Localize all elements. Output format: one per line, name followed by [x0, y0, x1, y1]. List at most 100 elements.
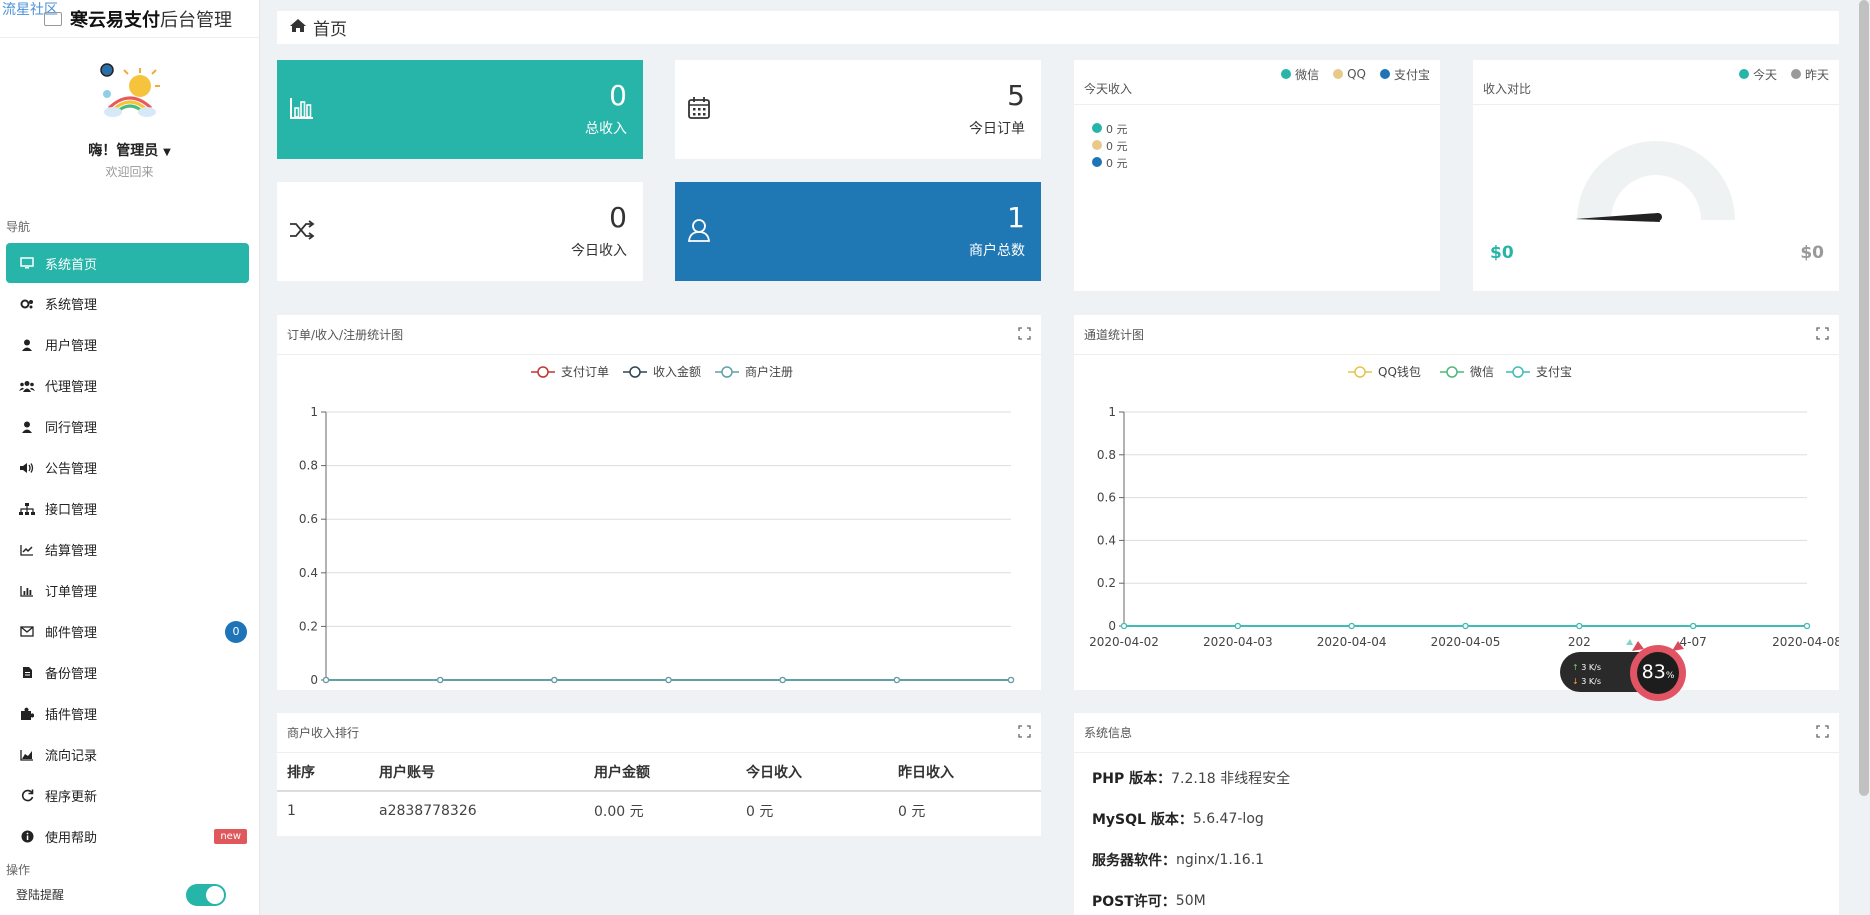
system-info-title: 系统信息 [1084, 726, 1133, 740]
post-limit-row: POST许可： 50M [1092, 892, 1206, 910]
new-badge: new [214, 829, 247, 844]
login-alert-row: 登陆提醒 [0, 883, 259, 906]
mail-count-badge: 0 [225, 620, 247, 643]
nav-item-update[interactable]: 程序更新 [0, 775, 259, 816]
user-icon [18, 420, 36, 434]
nav-item-orders[interactable]: 订单管理 [0, 570, 259, 611]
legend-marker [537, 366, 549, 378]
login-alert-label: 登陆提醒 [16, 888, 65, 902]
channel-chart-panel: 通道统计图 QQ钱包 微信 支付宝 0 0.2 0.4 0.6 0.8 1 2020-04-02 2… [1074, 315, 1842, 690]
today-income-panel: 今天收入 微信 QQ 支付宝 0 元 0 元 0 元 [1074, 60, 1440, 291]
expand-icon[interactable] [1816, 724, 1829, 741]
legend-label: 支付订单 [561, 365, 609, 379]
nav-item-label: 程序更新 [45, 790, 98, 805]
nav-item-label: 插件管理 [45, 708, 98, 723]
sidebar: 流星社区 寒云易支付 后台管理 嗨！管理员 ▼ 欢迎回来 导航 系统首页 系统管… [0, 0, 260, 915]
order-income-chart: 支付订单 收入金额 商户注册 0 0.2 0.4 0.6 0.8 1 [299, 364, 1015, 687]
nav-item-mail[interactable]: 邮件管理 0 [0, 611, 259, 652]
avatar[interactable] [95, 60, 165, 130]
data-point [322, 676, 330, 684]
table-cell: 0 元 [746, 803, 774, 820]
shuffle-icon [289, 219, 315, 245]
table-cell: 0.00 元 [594, 803, 644, 820]
legend-marker [721, 366, 733, 378]
data-point [1462, 622, 1469, 630]
refresh-icon [18, 789, 36, 803]
login-alert-toggle[interactable] [186, 883, 226, 906]
user-name-dropdown[interactable]: 嗨！管理员 ▼ [0, 140, 259, 160]
nav-item-settlement[interactable]: 结算管理 [0, 529, 259, 570]
nav-item-peers[interactable]: 同行管理 [0, 406, 259, 447]
y-tick-label: 1 [310, 405, 318, 419]
page-scrollbar[interactable] [1859, 0, 1869, 796]
legend-qq[interactable]: QQ [1333, 67, 1366, 81]
y-tick-label: 0.2 [1097, 576, 1116, 590]
nav-item-agents[interactable]: 代理管理 [0, 365, 259, 406]
col-header[interactable]: 排序 [277, 753, 369, 792]
nav-item-label: 邮件管理 [45, 626, 98, 641]
system-info-panel: 系统信息 PHP 版本： 7.2.18 非线程安全 MySQL 版本： 5.6.47… [1074, 713, 1839, 915]
nav-item-flow[interactable]: 流向记录 [0, 734, 259, 775]
area-chart-icon [18, 748, 36, 762]
expand-icon[interactable] [1816, 326, 1829, 343]
gears-icon [18, 297, 36, 311]
table-row: 1 a2838778326 0.00 元 0 元 0 元 [277, 791, 1041, 829]
expand-icon[interactable] [1018, 724, 1031, 741]
col-header[interactable]: 昨日收入 [888, 753, 1041, 792]
legend-marker [1446, 366, 1458, 378]
nav-item-notices[interactable]: 公告管理 [0, 447, 259, 488]
col-header[interactable]: 用户账号 [369, 753, 584, 792]
y-tick-label: 0.6 [299, 512, 318, 526]
info-icon [18, 830, 36, 844]
today-orders-value: 5 [1007, 79, 1025, 113]
col-header[interactable]: 今日收入 [736, 753, 888, 792]
total-income-label: 总收入 [585, 120, 627, 137]
order-income-chart-panel: 订单/收入/注册统计图 支付订单 收入金额 商户注册 0 0.2 0.4 0.6 0.8 1 [277, 315, 1041, 690]
user-panel: 嗨！管理员 ▼ 欢迎回来 [0, 38, 259, 180]
channel-chart: QQ钱包 微信 支付宝 0 0.2 0.4 0.6 0.8 1 2020-04-02 2020-04… [1089, 364, 1842, 649]
legend-label: 收入金额 [653, 364, 701, 379]
legend-alipay[interactable]: 支付宝 [1379, 66, 1430, 83]
nav-menu: 系统首页 系统管理 用户管理 代理管理 同行管理 公告管理 接口管理 结算管理 [0, 243, 259, 857]
today-gauge-value: $0 [1490, 243, 1514, 263]
income-gauge [1575, 141, 1735, 222]
table-header-row: 排序 用户账号 用户金额 今日收入 昨日收入 [277, 753, 1041, 792]
col-header[interactable]: 用户金额 [584, 753, 736, 792]
legend-wechat[interactable]: 微信 [1281, 66, 1319, 83]
nav-item-plugins[interactable]: 插件管理 [0, 693, 259, 734]
today-orders-label: 今日订单 [969, 120, 1025, 137]
nav-item-backup[interactable]: 备份管理 [0, 652, 259, 693]
legend-today[interactable]: 今天 [1738, 66, 1777, 83]
yesterday-gauge-value: $0 [1800, 243, 1824, 263]
data-point [1690, 622, 1697, 630]
nav-item-label: 结算管理 [45, 544, 98, 559]
nav-item-interfaces[interactable]: 接口管理 [0, 488, 259, 529]
today-income-panel-title: 今天收入 [1084, 81, 1133, 96]
speed-unit: K/s [1588, 677, 1601, 686]
y-tick-label: 0 [1108, 619, 1116, 633]
y-tick-label: 0 [310, 673, 318, 687]
list-item: 0 元 [1092, 155, 1440, 172]
nav-item-help[interactable]: 使用帮助 new [0, 816, 259, 857]
legend-label: QQ钱包 [1378, 364, 1421, 379]
nav-item-label: 使用帮助 [45, 831, 98, 846]
percent-sign: % [1665, 671, 1675, 681]
nav-item-label: 代理管理 [45, 380, 98, 395]
legend-yesterday[interactable]: 昨天 [1790, 66, 1829, 83]
expand-icon[interactable] [1018, 326, 1031, 343]
net-speed-widget[interactable]: ↑ 3 K/s ↓ 3 K/s 83% [1560, 637, 1694, 703]
nav-item-system[interactable]: 系统管理 [0, 283, 259, 324]
table-cell: 1 [287, 802, 296, 819]
line-chart-icon [18, 543, 36, 557]
brand-title-rest[interactable]: 后台管理 [160, 6, 232, 32]
nav-item-home[interactable]: 系统首页 [6, 243, 249, 283]
mysql-version-row: MySQL 版本： 5.6.47-log [1092, 810, 1264, 828]
brand-bar: 流星社区 寒云易支付 后台管理 [0, 0, 259, 38]
bar-chart-icon [18, 584, 36, 598]
list-item: 0 元 [1092, 138, 1440, 155]
nav-item-users[interactable]: 用户管理 [0, 324, 259, 365]
brand-title-bold[interactable]: 寒云易支付 [70, 6, 160, 32]
merchants-label: 商户总数 [969, 242, 1025, 259]
income-compare-title: 收入对比 [1483, 81, 1532, 96]
y-tick-label: 0.8 [299, 459, 318, 473]
